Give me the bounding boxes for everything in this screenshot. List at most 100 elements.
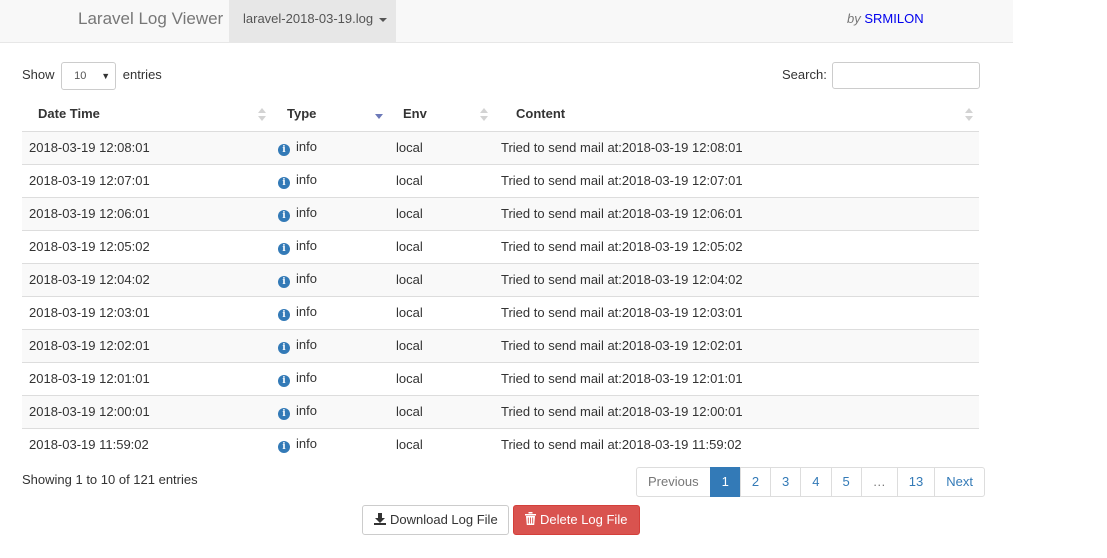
info-circle-icon: i	[278, 276, 290, 288]
brand-title[interactable]: Laravel Log Viewer	[78, 0, 223, 37]
column-header-type[interactable]: Type	[272, 97, 389, 132]
pagination-page[interactable]: 3	[770, 467, 802, 497]
cell-type: i info	[272, 427, 389, 461]
type-label: info	[296, 172, 317, 187]
table-row: 2018-03-19 12:08:01 i info local Tried to se…	[22, 130, 979, 164]
cell-type: i info	[272, 295, 389, 329]
cell-datetime: 2018-03-19 12:05:02	[22, 229, 272, 263]
cell-env: local	[389, 361, 494, 395]
cell-env: local	[389, 196, 494, 230]
sort-icon	[258, 108, 266, 122]
cell-datetime: 2018-03-19 12:01:01	[22, 361, 272, 395]
table-row: 2018-03-19 12:00:01 i info local Tried to se…	[22, 394, 979, 428]
cell-env: local	[389, 328, 494, 362]
type-label: info	[296, 337, 317, 352]
table-header-row: Date Time Type Env Content	[22, 97, 979, 132]
column-header-datetime[interactable]: Date Time	[22, 97, 272, 132]
cell-content: Tried to send mail at:2018-03-19 11:59:0…	[494, 427, 979, 461]
sort-icon	[480, 108, 488, 122]
cell-content: Tried to send mail at:2018-03-19 12:05:0…	[494, 229, 979, 263]
log-file-dropdown[interactable]: laravel-2018-03-19.log	[229, 0, 396, 42]
pagination-page[interactable]: 2	[739, 467, 772, 497]
cell-type: i info	[272, 196, 389, 230]
search-input[interactable]	[832, 62, 980, 89]
pagination-page[interactable]: 1	[709, 467, 741, 497]
info-circle-icon: i	[278, 309, 290, 321]
table-row: 2018-03-19 12:04:02 i info local Tried to se…	[22, 262, 979, 296]
cell-env: local	[389, 427, 494, 461]
pagination-page[interactable]: 13	[896, 467, 936, 497]
info-circle-icon: i	[278, 243, 290, 255]
type-label: info	[296, 403, 317, 418]
type-label: info	[296, 205, 317, 220]
download-icon	[374, 513, 386, 525]
entries-per-page-select[interactable]: 10 ▼	[61, 61, 117, 90]
type-label: info	[296, 370, 317, 385]
column-header-content[interactable]: Content	[494, 97, 979, 132]
cell-type: i info	[272, 361, 389, 395]
cell-content: Tried to send mail at:2018-03-19 12:00:0…	[494, 394, 979, 428]
info-circle-icon: i	[278, 408, 290, 420]
entries-info: Showing 1 to 10 of 121 entries	[22, 472, 198, 487]
cell-datetime: 2018-03-19 11:59:02	[22, 427, 272, 461]
delete-log-button[interactable]: Delete Log File	[513, 505, 640, 535]
cell-content: Tried to send mail at:2018-03-19 12:01:0…	[494, 361, 979, 395]
cell-type: i info	[272, 394, 389, 428]
cell-content: Tried to send mail at:2018-03-19 12:03:0…	[494, 295, 979, 329]
type-label: info	[296, 139, 317, 154]
show-label: Show	[22, 67, 55, 82]
download-log-button[interactable]: Download Log File	[362, 505, 509, 535]
cell-content: Tried to send mail at:2018-03-19 12:08:0…	[494, 130, 979, 164]
type-label: info	[296, 271, 317, 286]
author-credit: by SRMILON	[847, 0, 924, 37]
cell-datetime: 2018-03-19 12:03:01	[22, 295, 272, 329]
cell-env: local	[389, 295, 494, 329]
info-circle-icon: i	[278, 375, 290, 387]
log-table: Date Time Type Env Content 2018-03-19 12…	[22, 97, 979, 461]
table-row: 2018-03-19 12:05:02 i info local Tried to se…	[22, 229, 979, 263]
table-row: 2018-03-19 12:07:01 i info local Tried to se…	[22, 163, 979, 197]
cell-type: i info	[272, 328, 389, 362]
entries-length-control: Show 10 ▼ entries	[22, 61, 162, 90]
cell-env: local	[389, 130, 494, 164]
cell-content: Tried to send mail at:2018-03-19 12:04:0…	[494, 262, 979, 296]
entries-per-page-value: 10	[74, 69, 87, 82]
caret-down-icon	[379, 17, 388, 22]
pagination-next[interactable]: Next	[934, 467, 985, 497]
column-header-env[interactable]: Env	[389, 97, 494, 132]
info-circle-icon: i	[278, 177, 290, 189]
info-circle-icon: i	[278, 441, 290, 454]
cell-env: local	[389, 262, 494, 296]
table-row: 2018-03-19 12:03:01 i info local Tried to se…	[22, 295, 979, 329]
pagination-ellipsis[interactable]: …	[860, 467, 898, 497]
pagination-previous[interactable]: Previous	[636, 467, 711, 497]
info-circle-icon: i	[278, 144, 290, 156]
pagination-page[interactable]: 5	[830, 467, 862, 497]
cell-content: Tried to send mail at:2018-03-19 12:02:0…	[494, 328, 979, 362]
table-row: 2018-03-19 12:02:01 i info local Tried to se…	[22, 328, 979, 362]
cell-datetime: 2018-03-19 12:02:01	[22, 328, 272, 362]
table-row: 2018-03-19 12:06:01 i info local Tried to se…	[22, 196, 979, 230]
byline-prefix: by	[847, 11, 861, 26]
cell-datetime: 2018-03-19 12:04:02	[22, 262, 272, 296]
search-label: Search:	[782, 67, 827, 82]
cell-env: local	[389, 163, 494, 197]
pagination-page[interactable]: 4	[800, 467, 832, 497]
trash-icon	[525, 512, 536, 525]
sort-desc-icon	[375, 108, 383, 122]
log-file-dropdown-label: laravel-2018-03-19.log	[243, 11, 374, 26]
type-label: info	[296, 304, 317, 319]
cell-type: i info	[272, 163, 389, 197]
cell-type: i info	[272, 229, 389, 263]
cell-content: Tried to send mail at:2018-03-19 12:07:0…	[494, 163, 979, 197]
cell-datetime: 2018-03-19 12:06:01	[22, 196, 272, 230]
navbar: Laravel Log Viewer laravel-2018-03-19.lo…	[0, 0, 1013, 43]
pagination: Previous 1 2 3 4 5… 13 Next	[636, 467, 985, 497]
table-row: 2018-03-19 12:01:01 i info local Tried to se…	[22, 361, 979, 395]
type-label: info	[296, 238, 317, 253]
cell-env: local	[389, 394, 494, 428]
entries-label: entries	[122, 67, 162, 82]
table-row: 2018-03-19 11:59:02 i info local Tried to se…	[22, 427, 979, 461]
author-link[interactable]: SRMILON	[864, 11, 923, 26]
cell-datetime: 2018-03-19 12:07:01	[22, 163, 272, 197]
